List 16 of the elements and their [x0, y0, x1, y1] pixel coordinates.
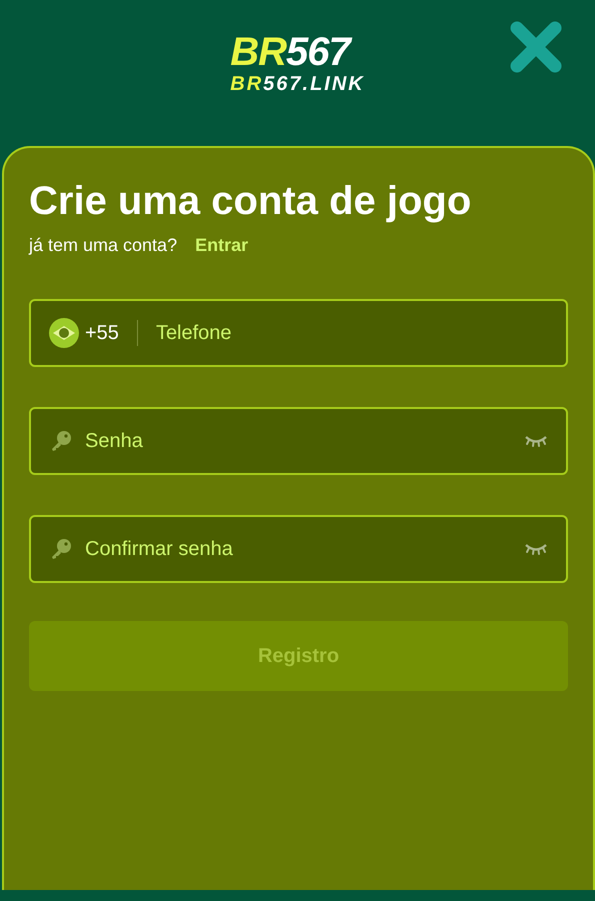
password-input[interactable]: Confirmar senha: [85, 534, 512, 564]
page-title: Crie uma conta de jogo: [29, 178, 472, 225]
phone-input[interactable]: Telefone: [156, 318, 548, 348]
key-icon: [49, 429, 73, 453]
key-icon: [49, 537, 73, 561]
flag-icon: [49, 318, 79, 348]
country-code[interactable]: +55: [85, 318, 119, 348]
login-link[interactable]: Entrar: [195, 232, 248, 259]
password-field[interactable]: Senha: [29, 407, 568, 475]
eye-closed-icon[interactable]: [524, 434, 548, 448]
phone-field[interactable]: +55 Telefone: [29, 299, 568, 367]
password-input[interactable]: Senha: [85, 426, 512, 456]
brand-logo: BR567 BR567.LINK: [230, 32, 365, 94]
eye-closed-icon[interactable]: [524, 542, 548, 556]
login-prompt: já tem uma conta?: [29, 234, 178, 257]
password-field[interactable]: Confirmar senha: [29, 515, 568, 583]
